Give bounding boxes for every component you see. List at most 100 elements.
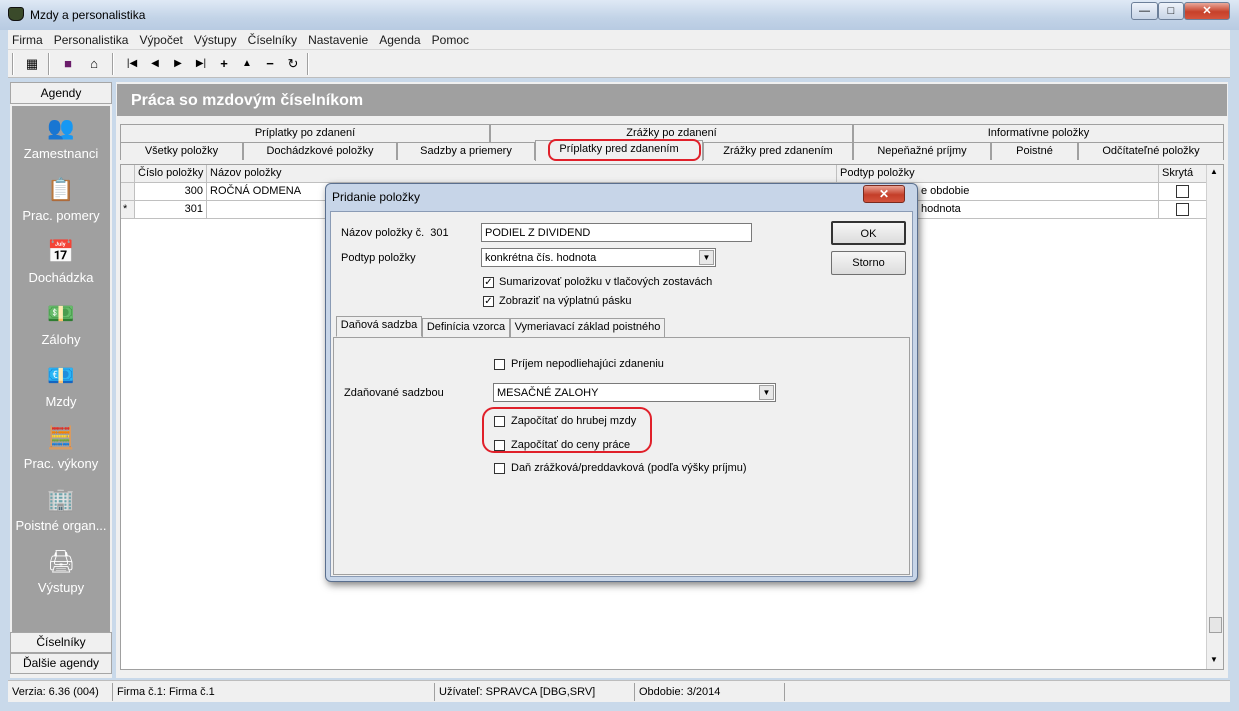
tab-vsetky-polozky[interactable]: Všetky položky	[120, 142, 243, 160]
maximize-button[interactable]: □	[1158, 2, 1184, 20]
cell-cislo[interactable]: 300	[135, 183, 207, 201]
cell-cislo[interactable]: 301	[135, 201, 207, 219]
menu-vystupy[interactable]: Výstupy	[190, 30, 241, 47]
sidebar-item-zamestnanci[interactable]: 👥 Zamestnanci	[12, 112, 110, 161]
tab-poistne[interactable]: Poistné	[991, 142, 1078, 160]
tab-dochadzkove-polozky[interactable]: Dochádzkové položky	[243, 142, 397, 160]
menu-bar: Firma Personalistika Výpočet Výstupy Čís…	[8, 30, 1230, 50]
sidebar-item-label: Výstupy	[37, 580, 85, 595]
main-header: Práca so mzdovým číselníkom	[117, 84, 1227, 116]
menu-nastavenie[interactable]: Nastavenie	[304, 30, 372, 47]
sumarizovat-label[interactable]: Sumarizovať položku v tlačových zostavác…	[499, 276, 712, 288]
checkbox-highlight	[482, 407, 652, 453]
sidebar-item-label: Mzdy	[45, 394, 77, 409]
tab-danova-sadzba[interactable]: Daňová sadzba	[336, 316, 422, 337]
remove-record-icon[interactable]: −	[260, 54, 280, 74]
nazov-input[interactable]: PODIEL Z DIVIDEND	[481, 223, 752, 242]
sidebar-item-vystupy[interactable]: 🖨 Výstupy	[12, 546, 110, 595]
toolbar: ▦ ■ ⌂ |◀ ◀ ▶ ▶| + ▲ − ↻	[8, 50, 1230, 78]
column-header-skryta[interactable]: Skrytá	[1159, 165, 1207, 183]
window-title: Mzdy a personalistika	[30, 8, 146, 22]
sidebar-item-dochadzka[interactable]: 📅 Dochádzka	[12, 236, 110, 285]
cell-skryta	[1159, 201, 1207, 219]
column-header-cislo[interactable]: Číslo položky	[135, 165, 207, 183]
scroll-thumb[interactable]	[1209, 617, 1222, 633]
tab-zrazky-pred-zdanenim[interactable]: Zrážky pred zdanením	[703, 142, 853, 160]
zobrazit-label[interactable]: Zobraziť na výplatnú pásku	[499, 295, 632, 307]
refresh-icon[interactable]: ↻	[283, 54, 303, 74]
toolbar-separator	[12, 53, 14, 75]
sidebar-item-label: Zamestnanci	[23, 146, 99, 161]
dialog-close-button[interactable]: ✕	[863, 185, 905, 203]
scroll-down-icon[interactable]: ▼	[1210, 655, 1218, 664]
sidebar-item-zalohy[interactable]: 💵 Zálohy	[12, 298, 110, 347]
add-record-icon[interactable]: +	[214, 54, 234, 74]
close-button[interactable]: ✕	[1184, 2, 1230, 20]
column-header-podtyp[interactable]: Podtyp položky	[837, 165, 1159, 183]
cell-skryta	[1159, 183, 1207, 201]
column-header-nazov[interactable]: Názov položky	[207, 165, 837, 183]
row-marker-header	[121, 165, 135, 183]
money-hand-icon: 💵	[47, 301, 75, 326]
status-empty	[784, 683, 1230, 701]
podtyp-label: Podtyp položky	[341, 252, 416, 264]
menu-ciselniky[interactable]: Číselníky	[244, 30, 301, 47]
prijem-label[interactable]: Príjem nepodliehajúci zdaneniu	[511, 358, 664, 370]
people-icon: 👥	[47, 115, 75, 140]
prev-record-icon[interactable]: ◀	[145, 54, 165, 74]
scroll-up-icon[interactable]: ▲	[1210, 167, 1218, 176]
zdanovane-value: MESAČNÉ ZALOHY	[497, 387, 599, 399]
tab-odcitatelne-polozky[interactable]: Odčítateľné položky	[1078, 142, 1224, 160]
chevron-down-icon[interactable]: ▼	[699, 250, 714, 265]
zobrazit-checkbox[interactable]: ✓	[483, 296, 494, 307]
ciselniky-button[interactable]: Číselníky	[10, 632, 112, 653]
minimize-button[interactable]: —	[1131, 2, 1158, 20]
nazov-label: Názov položky č. 301	[341, 227, 449, 239]
sidebar-item-label: Poistné organ...	[15, 518, 107, 533]
dan-zrazkova-label[interactable]: Daň zrážková/preddavková (podľa výšky pr…	[511, 462, 747, 474]
tab-nepenazne-prijmy[interactable]: Nepeňažné príjmy	[853, 142, 991, 160]
home-icon[interactable]: ⌂	[84, 54, 104, 74]
status-verzia: Verzia: 6.36 (004)	[12, 686, 99, 698]
ok-button[interactable]: OK	[831, 221, 906, 245]
first-record-icon[interactable]: |◀	[122, 54, 142, 74]
skryta-checkbox[interactable]	[1176, 203, 1189, 216]
status-firma: Firma č.1: Firma č.1	[112, 683, 434, 701]
menu-personalistika[interactable]: Personalistika	[50, 30, 133, 47]
sumarizovat-checkbox[interactable]: ✓	[483, 277, 494, 288]
zdanovane-label: Zdaňované sadzbou	[344, 387, 444, 399]
sidebar-item-poistne-organ[interactable]: 🏢 Poistné organ...	[12, 484, 110, 533]
skryta-checkbox[interactable]	[1176, 185, 1189, 198]
calculator-icon[interactable]: ▦	[22, 54, 42, 74]
book-icon[interactable]: ■	[58, 54, 78, 74]
tab-definicia-vzorca[interactable]: Definícia vzorca	[422, 318, 510, 337]
building-icon: 🏢	[47, 487, 75, 512]
chevron-down-icon[interactable]: ▼	[759, 385, 774, 400]
title-bar[interactable]	[0, 0, 1239, 30]
sidebar-item-prac-vykony[interactable]: 🧮 Prac. výkony	[12, 422, 110, 471]
row-marker[interactable]: *	[121, 201, 135, 219]
up-icon[interactable]: ▲	[237, 54, 257, 74]
agendy-header[interactable]: Agendy	[10, 82, 112, 104]
tab-vymeriavaci-zaklad[interactable]: Vymeriavací základ poistného	[510, 318, 665, 337]
menu-pomoc[interactable]: Pomoc	[428, 30, 473, 47]
dalsie-agendy-button[interactable]: Ďalšie agendy	[10, 653, 112, 674]
tab-sadzby-a-priemery[interactable]: Sadzby a priemery	[397, 142, 535, 160]
zdanovane-select[interactable]: MESAČNÉ ZALOHY ▼	[493, 383, 776, 402]
last-record-icon[interactable]: ▶|	[191, 54, 211, 74]
sidebar-item-mzdy[interactable]: 💶 Mzdy	[12, 360, 110, 409]
menu-firma[interactable]: Firma	[8, 30, 47, 47]
podtyp-select[interactable]: konkrétna čís. hodnota ▼	[481, 248, 716, 267]
menu-agenda[interactable]: Agenda	[375, 30, 424, 47]
sidebar-item-prac-pomery[interactable]: 📋 Prac. pomery	[12, 174, 110, 223]
dan-zrazkova-checkbox[interactable]	[494, 463, 505, 474]
prijem-checkbox[interactable]	[494, 359, 505, 370]
menu-vypocet[interactable]: Výpočet	[136, 30, 187, 47]
storno-button[interactable]: Storno	[831, 251, 906, 275]
tab-priplatky-po-zdaneni[interactable]: Príplatky po zdanení	[120, 124, 490, 142]
next-record-icon[interactable]: ▶	[168, 54, 188, 74]
tab-informativne-polozky[interactable]: Informatívne položky	[853, 124, 1224, 142]
sidebar-item-label: Prac. pomery	[22, 208, 100, 223]
vertical-scrollbar[interactable]: ▲ ▼	[1206, 165, 1223, 669]
row-marker[interactable]	[121, 183, 135, 201]
